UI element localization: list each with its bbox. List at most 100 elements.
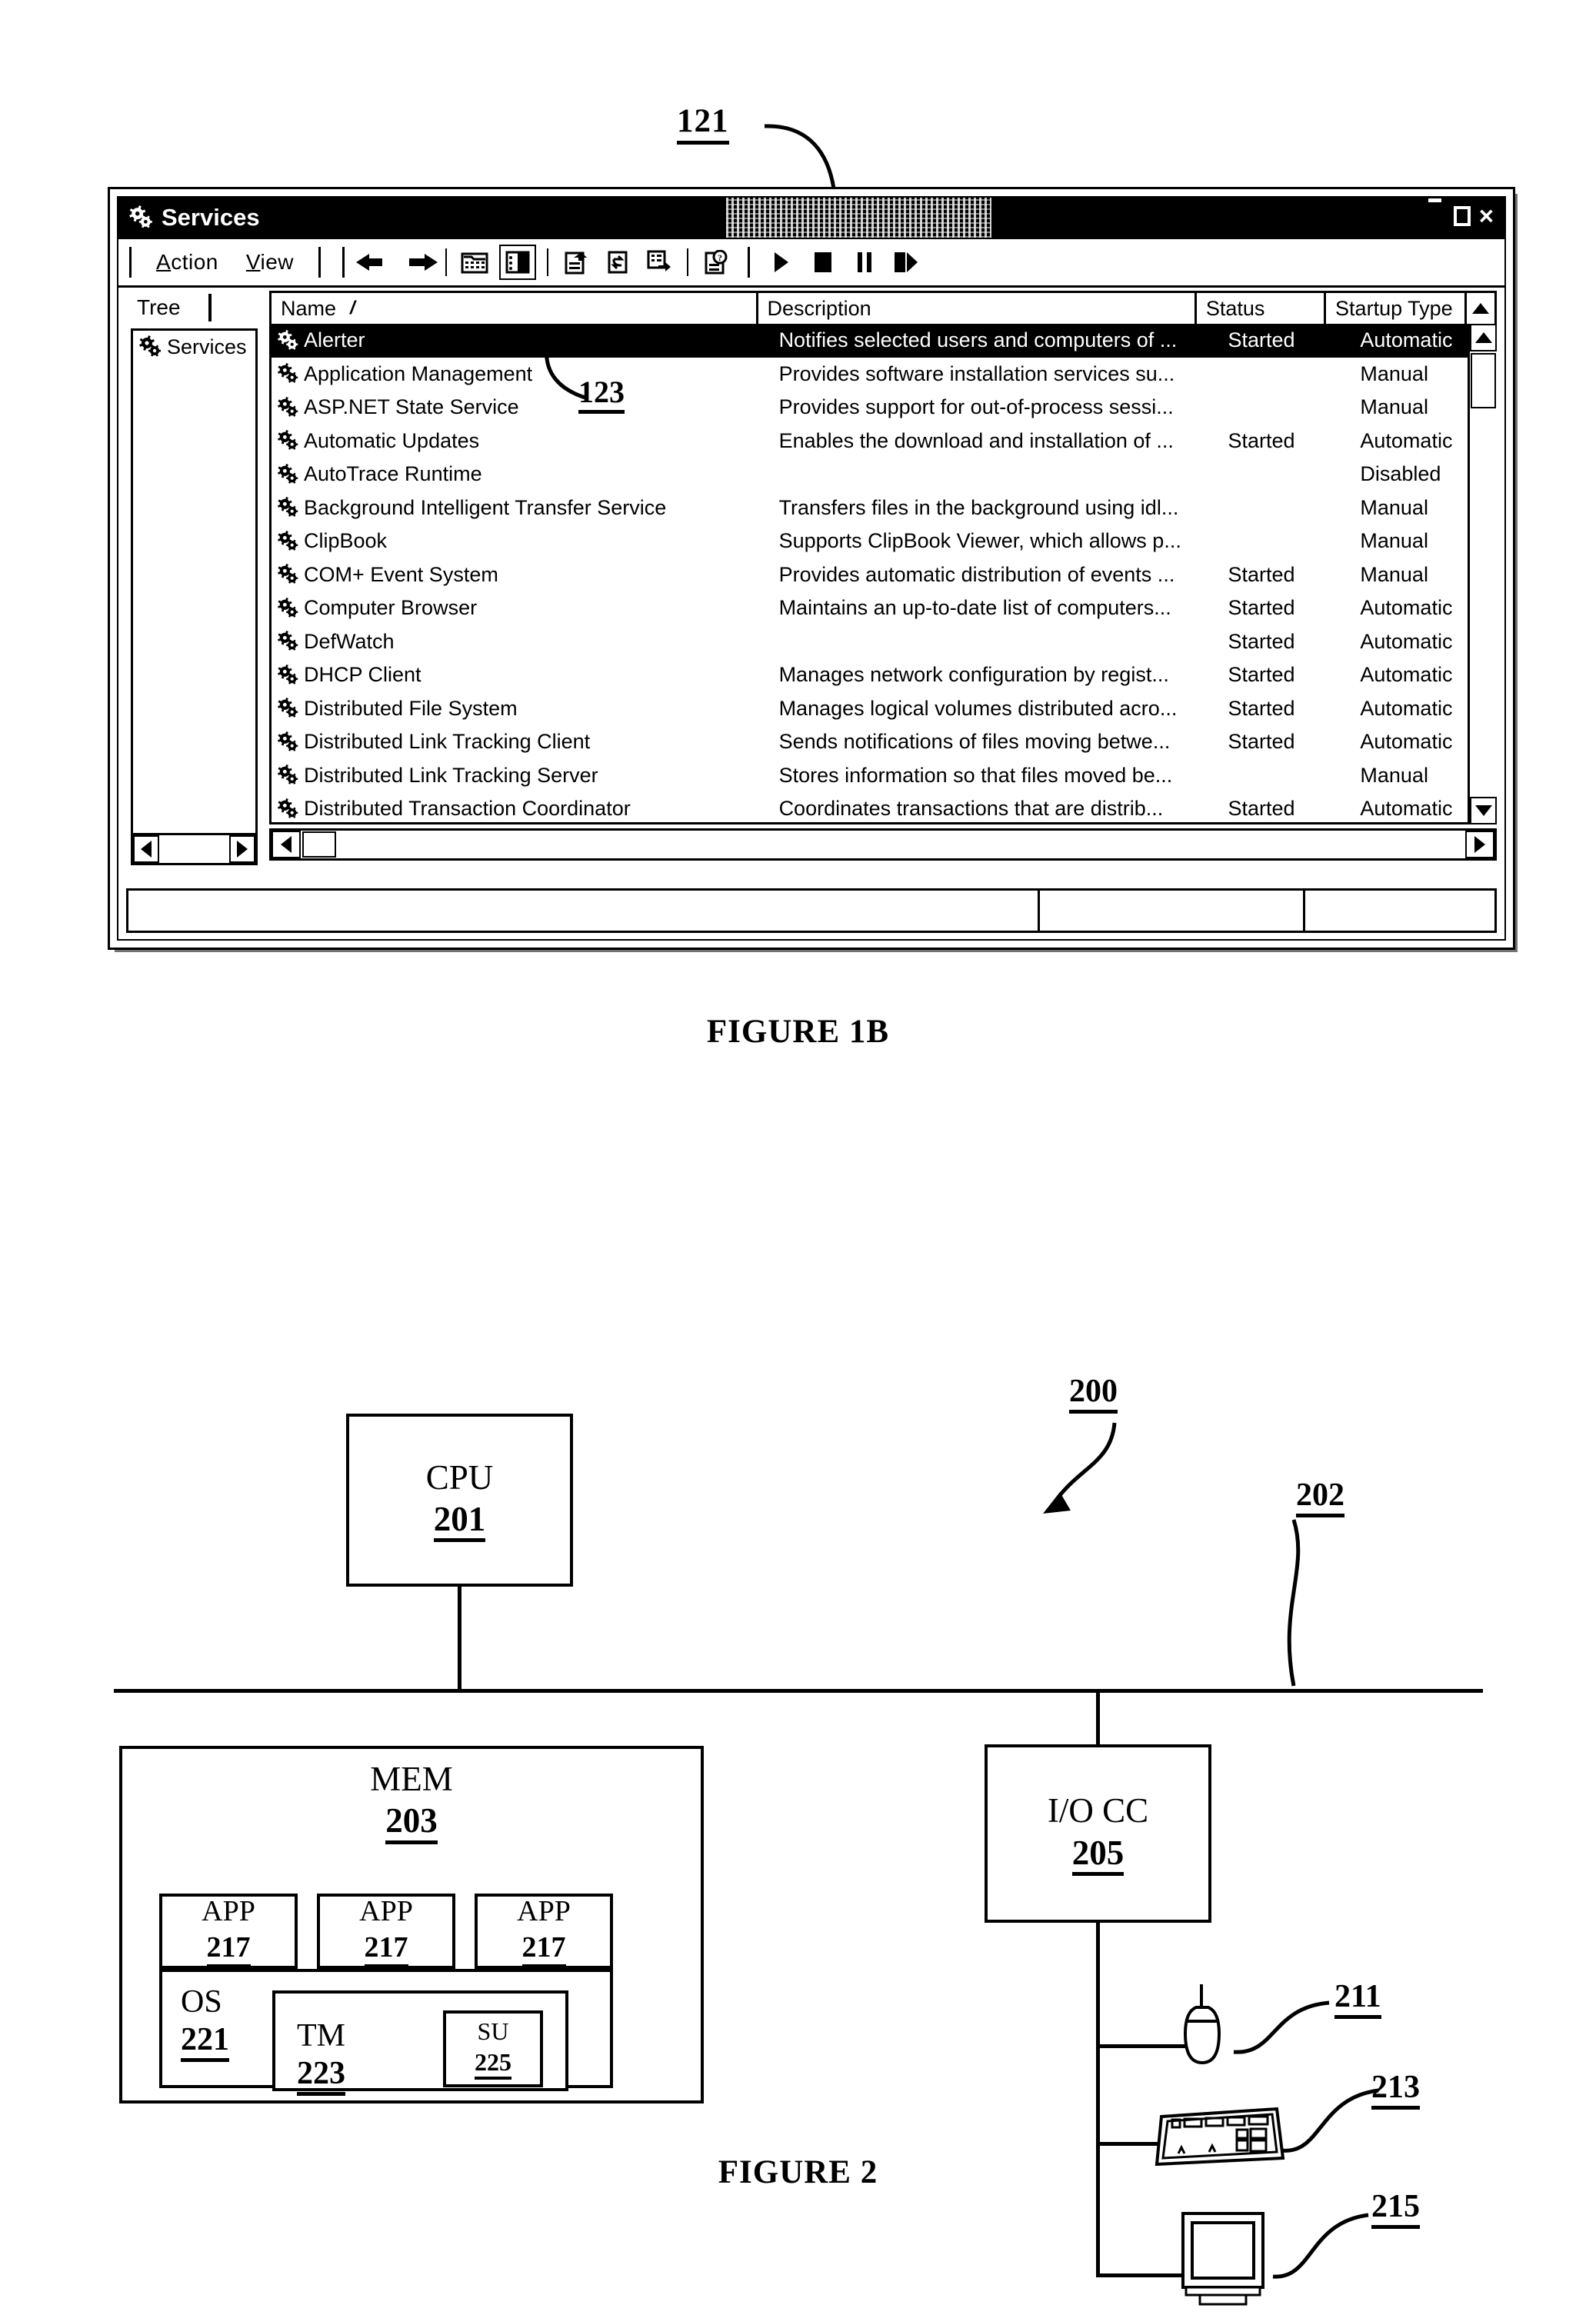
block-su-ref: 225 bbox=[475, 2048, 511, 2080]
help-icon[interactable]: ? bbox=[699, 246, 733, 278]
service-name: Application Management bbox=[304, 361, 533, 385]
export-list-icon[interactable] bbox=[559, 246, 593, 278]
block-cpu: CPU 201 bbox=[346, 1414, 573, 1587]
stop-service-icon[interactable] bbox=[806, 246, 840, 278]
table-row[interactable]: ClipBook Supports ClipBook Viewer, which … bbox=[272, 525, 1494, 558]
reference-numeral-215: 215 bbox=[1371, 2188, 1420, 2229]
service-gear-icon bbox=[276, 496, 301, 519]
cell-name: ClipBook bbox=[272, 529, 770, 553]
services-list-rows[interactable]: Alerter Notifies selected users and compu… bbox=[269, 324, 1497, 824]
table-row[interactable]: ASP.NET State Service Provides support fo… bbox=[272, 391, 1494, 425]
service-gear-icon bbox=[276, 563, 301, 586]
service-gear-icon bbox=[276, 597, 301, 620]
service-name: Distributed File System bbox=[304, 696, 518, 720]
service-gear-icon bbox=[276, 664, 301, 687]
table-row[interactable]: Automatic Updates Enables the download an… bbox=[272, 425, 1494, 458]
column-header-scroll-cap[interactable] bbox=[1467, 293, 1494, 324]
table-row[interactable]: Application Management Provides software … bbox=[272, 358, 1494, 391]
tree-header-divider[interactable] bbox=[208, 294, 212, 321]
cell-description: Provides software installation services … bbox=[778, 361, 1175, 385]
tree-pane[interactable]: Services bbox=[131, 328, 258, 861]
table-row[interactable]: AutoTrace Runtime Disabled bbox=[272, 458, 1494, 491]
block-app-3: APP 217 bbox=[475, 1894, 613, 1969]
vertical-scroll-thumb[interactable] bbox=[1471, 353, 1496, 408]
service-gear-icon bbox=[276, 764, 301, 787]
back-arrow-icon[interactable] bbox=[356, 246, 393, 278]
column-header-startup-type[interactable]: Startup Type bbox=[1326, 293, 1467, 324]
status-bar-panel-3 bbox=[1305, 891, 1494, 931]
table-row[interactable]: DefWatch Started Automatic bbox=[272, 625, 1494, 659]
menu-item-view[interactable]: View bbox=[246, 250, 294, 275]
toolbar-gripper[interactable] bbox=[129, 247, 132, 278]
cell-name: Distributed Link Tracking Client bbox=[272, 730, 770, 754]
tree-hscroll-left-button[interactable] bbox=[133, 835, 159, 863]
cell-name: Distributed File System bbox=[272, 697, 770, 721]
block-tm-title: TM bbox=[297, 2018, 345, 2054]
scroll-up-button[interactable] bbox=[1470, 324, 1497, 351]
refresh-icon[interactable] bbox=[601, 246, 635, 278]
pause-service-icon[interactable] bbox=[848, 246, 881, 278]
menu-toolbar[interactable]: Action View ? bbox=[118, 238, 1504, 288]
block-app-1-ref: 217 bbox=[206, 1931, 251, 1967]
service-gear-icon bbox=[276, 630, 301, 653]
hscroll-right-button[interactable] bbox=[1465, 831, 1494, 858]
window-title: Services bbox=[162, 204, 260, 231]
service-gear-icon bbox=[276, 697, 301, 720]
service-name: Background Intelligent Transfer Service bbox=[304, 495, 667, 519]
table-row[interactable]: Background Intelligent Transfer Service T… bbox=[272, 491, 1494, 525]
leader-arrow-200 bbox=[1043, 1422, 1117, 1514]
window-title-bar[interactable]: Services × bbox=[118, 198, 1504, 238]
new-item-icon[interactable] bbox=[642, 246, 676, 278]
cell-status: Started bbox=[1228, 663, 1295, 687]
cell-status: Started bbox=[1228, 428, 1295, 452]
column-header-description[interactable]: Description bbox=[758, 293, 1197, 324]
table-row[interactable]: Distributed Link Tracking Client Sends no… bbox=[272, 725, 1494, 759]
table-row[interactable]: Computer Browser Maintains an up-to-date … bbox=[272, 591, 1494, 625]
show-hide-console-tree-icon[interactable] bbox=[499, 245, 537, 280]
reference-numeral-213: 213 bbox=[1371, 2069, 1420, 2110]
column-header-name[interactable]: Name / bbox=[272, 293, 758, 324]
forward-arrow-icon[interactable] bbox=[401, 246, 438, 278]
list-column-headers[interactable]: Name / Description Status Startup Type bbox=[269, 291, 1497, 326]
service-name: DHCP Client bbox=[304, 663, 421, 687]
table-row[interactable]: Alerter Notifies selected users and compu… bbox=[272, 324, 1494, 358]
toolbar-gripper-3[interactable] bbox=[748, 247, 751, 278]
up-folder-icon[interactable] bbox=[458, 246, 491, 278]
cell-description: Enables the download and installation of… bbox=[778, 428, 1174, 452]
table-row[interactable]: Distributed Transaction Coordinator Coord… bbox=[272, 792, 1494, 822]
horizontal-scroll-thumb[interactable] bbox=[302, 831, 336, 858]
table-row[interactable]: Distributed File System Manages logical v… bbox=[272, 692, 1494, 726]
start-service-icon[interactable] bbox=[765, 246, 798, 278]
service-gear-icon bbox=[276, 329, 301, 352]
menu-item-action[interactable]: Action bbox=[156, 250, 218, 275]
table-row[interactable]: COM+ Event System Provides automatic dist… bbox=[272, 558, 1494, 592]
cell-name: ASP.NET State Service bbox=[272, 395, 770, 419]
restart-service-icon[interactable] bbox=[889, 246, 923, 278]
column-header-status[interactable]: Status bbox=[1197, 293, 1327, 324]
tree-horizontal-scrollbar[interactable] bbox=[131, 833, 258, 865]
cell-status: Started bbox=[1228, 696, 1295, 720]
services-window[interactable]: Services × Action View ? Tree Services N… bbox=[108, 187, 1515, 950]
services-list-pane[interactable]: Name / Description Status Startup Type A… bbox=[269, 286, 1497, 861]
window-controls[interactable]: × bbox=[1427, 198, 1494, 228]
list-horizontal-scrollbar[interactable] bbox=[269, 828, 1497, 861]
hscroll-left-button[interactable] bbox=[272, 831, 301, 858]
status-bar bbox=[126, 888, 1497, 933]
maximize-button[interactable] bbox=[1451, 205, 1474, 228]
block-app-2-ref: 217 bbox=[364, 1931, 408, 1967]
sort-indicator-icon: / bbox=[350, 298, 355, 318]
list-vertical-scrollbar[interactable] bbox=[1468, 324, 1497, 824]
scroll-down-button[interactable] bbox=[1470, 797, 1497, 824]
service-gear-icon bbox=[276, 362, 301, 385]
toolbar-gripper-2[interactable] bbox=[342, 247, 345, 278]
table-row[interactable]: Distributed Link Tracking Server Stores i… bbox=[272, 759, 1494, 793]
tree-hscroll-right-button[interactable] bbox=[229, 835, 255, 863]
table-row[interactable]: DHCP Client Manages network configuration… bbox=[272, 658, 1494, 692]
service-name: Computer Browser bbox=[304, 596, 478, 620]
tree-header-label: Tree bbox=[137, 295, 181, 319]
service-name: AutoTrace Runtime bbox=[304, 462, 482, 486]
close-button[interactable]: × bbox=[1479, 203, 1494, 228]
block-tm-label: TM 223 bbox=[297, 2018, 345, 2097]
tree-node-services[interactable]: Services bbox=[133, 331, 255, 359]
service-gear-icon bbox=[276, 798, 301, 821]
